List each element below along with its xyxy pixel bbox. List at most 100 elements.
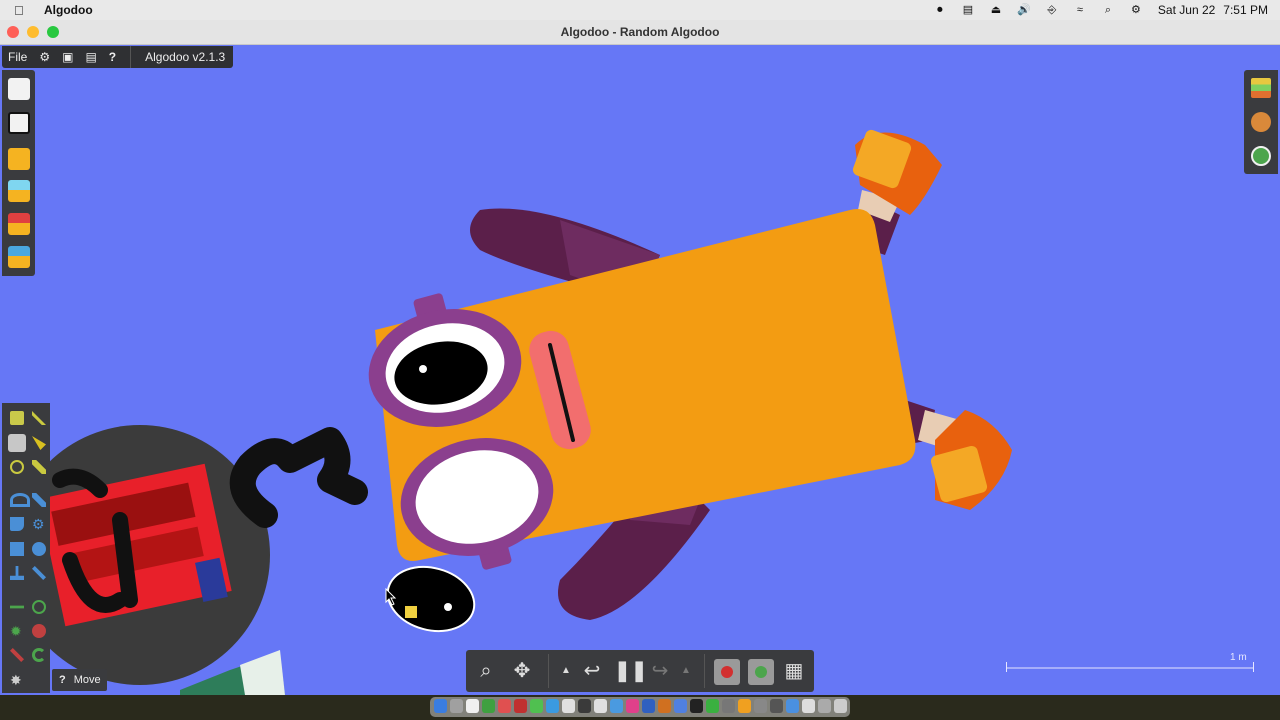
settings-gear-icon[interactable]: ⚙ — [33, 46, 56, 68]
version-label: Algodoo v2.1.3 — [145, 50, 226, 64]
menubar-time[interactable]: 7:51 PM — [1223, 3, 1268, 17]
notes-icon[interactable] — [594, 699, 607, 713]
screen-share-icon[interactable]: ▤ — [961, 4, 975, 16]
app-icon[interactable] — [754, 699, 767, 713]
help-button[interactable]: ? — [103, 46, 122, 68]
scale-label: 1 m — [1230, 652, 1247, 663]
menubar-date[interactable]: Sat Jun 22 — [1158, 3, 1215, 17]
rope-tool-icon[interactable] — [10, 493, 30, 507]
redo-icon[interactable]: ↪ — [648, 659, 672, 683]
pause-icon[interactable]: ❚❚ — [614, 659, 648, 683]
knife-tool-icon[interactable] — [32, 493, 46, 507]
window-icon[interactable]: ▤ — [79, 46, 102, 68]
new-scene-icon[interactable] — [8, 78, 30, 100]
air-icon[interactable] — [748, 659, 774, 685]
control-center-icon[interactable]: ⚙ — [1129, 4, 1143, 16]
app-icon[interactable] — [674, 699, 687, 713]
app-icon[interactable] — [498, 699, 511, 713]
wifi-icon[interactable]: ≈ — [1073, 4, 1087, 16]
gravity-icon[interactable] — [714, 659, 740, 685]
box-tool-icon[interactable] — [10, 542, 24, 556]
music-icon[interactable] — [626, 699, 639, 713]
eject-icon[interactable]: ⏏ — [989, 4, 1003, 16]
chain-tool-icon[interactable] — [32, 566, 46, 580]
plane-tool-icon[interactable] — [10, 566, 24, 580]
undo-icon[interactable]: ↩ — [580, 659, 604, 683]
app-menu-title[interactable]: Algodoo — [44, 3, 93, 17]
record-icon[interactable]: ⏺ — [933, 4, 947, 16]
tool-tooltip: ? Move — [52, 669, 107, 691]
xbox-icon[interactable] — [706, 699, 719, 713]
volume-icon[interactable]: 🔊 — [1017, 4, 1031, 16]
pan-tool-icon[interactable]: ✸ — [10, 673, 24, 687]
fixate-tool-icon[interactable] — [32, 600, 46, 614]
tooltip-label: Move — [73, 674, 101, 686]
laser-tool-icon[interactable] — [10, 648, 24, 662]
apple-icon[interactable]:  — [14, 3, 28, 18]
simulation-canvas[interactable] — [0, 45, 1280, 695]
layers-icon[interactable] — [1251, 78, 1271, 98]
messages-icon[interactable] — [530, 699, 543, 713]
window-title: Algodoo - Random Algodoo — [560, 25, 720, 39]
phunlet-folder-icon[interactable] — [8, 180, 30, 202]
app-icon[interactable] — [642, 699, 655, 713]
toolbar-separator — [548, 654, 549, 688]
run-icon[interactable]: ▣ — [56, 46, 79, 68]
polygon-tool-icon[interactable] — [10, 517, 24, 531]
zoom-icon[interactable]: ⌕ — [474, 659, 498, 683]
open-folder-icon[interactable] — [8, 148, 30, 170]
app-icon[interactable] — [514, 699, 527, 713]
sketch-tool-icon[interactable] — [10, 411, 24, 425]
mail-icon[interactable] — [546, 699, 559, 713]
bluetooth-icon[interactable]: ⎆ — [1045, 4, 1059, 16]
gallery-folder-icon[interactable] — [8, 246, 30, 268]
app-icon[interactable] — [818, 699, 831, 713]
move-tool-icon[interactable] — [8, 434, 26, 452]
file-menu[interactable]: File — [2, 46, 33, 68]
drag-tool-icon[interactable] — [32, 436, 46, 450]
redo-menu-icon[interactable]: ▲ — [674, 659, 698, 683]
search-icon[interactable]: ⌕ — [1101, 4, 1115, 16]
photos-icon[interactable] — [562, 699, 575, 713]
brush-tool-icon[interactable] — [32, 411, 46, 425]
app-icon[interactable] — [722, 699, 735, 713]
trash-icon[interactable] — [834, 699, 847, 713]
scene-list-icon[interactable] — [8, 112, 30, 134]
calendar-icon[interactable] — [466, 699, 479, 713]
tools-panel: ⚙ ✹ ✸ — [2, 403, 50, 693]
top-toolbar: File ⚙ ▣ ▤ ? Algodoo v2.1.3 — [2, 46, 234, 68]
thruster-tool-icon[interactable] — [32, 624, 46, 638]
scene-drawing — [10, 129, 1012, 695]
appstore-icon[interactable] — [610, 699, 623, 713]
mac-menubar:  Algodoo ⏺ ▤ ⏏ 🔊 ⎆ ≈ ⌕ ⚙ Sat Jun 22 7:5… — [0, 0, 1280, 20]
pan-icon[interactable]: ✥ — [510, 659, 534, 683]
lower-leg[interactable] — [905, 400, 1012, 510]
tracer-tool-icon[interactable] — [32, 648, 46, 662]
rotate-tool-icon[interactable] — [10, 460, 24, 474]
grid-icon[interactable]: ▦ — [782, 659, 806, 683]
scale-bar — [1006, 662, 1254, 672]
number-two-shape[interactable] — [229, 427, 368, 528]
mouse-cursor-icon — [385, 588, 397, 606]
app-icon[interactable] — [578, 699, 591, 713]
finder-icon[interactable] — [434, 699, 447, 713]
launchpad-icon[interactable] — [450, 699, 463, 713]
spring-tool-icon[interactable] — [10, 605, 24, 609]
app-icon[interactable] — [786, 699, 799, 713]
scene-folder-icon[interactable] — [8, 213, 30, 235]
app-icon[interactable] — [770, 699, 783, 713]
chrome-icon[interactable] — [482, 699, 495, 713]
undo-menu-icon[interactable]: ▲ — [554, 659, 578, 683]
preview-icon[interactable] — [802, 699, 815, 713]
info-icon[interactable] — [1251, 146, 1271, 166]
circle-tool-icon[interactable] — [32, 542, 46, 556]
window-titlebar: Algodoo - Random Algodoo — [0, 20, 1280, 45]
axle-tool-icon[interactable]: ✹ — [10, 624, 24, 638]
scale-tool-icon[interactable] — [32, 460, 46, 474]
gear-tool-icon[interactable]: ⚙ — [32, 517, 46, 531]
tv-icon[interactable] — [690, 699, 703, 713]
app-icon[interactable] — [738, 699, 751, 713]
app-icon[interactable] — [658, 699, 671, 713]
palette-icon[interactable] — [1251, 112, 1271, 132]
toolbar-separator — [704, 654, 705, 688]
